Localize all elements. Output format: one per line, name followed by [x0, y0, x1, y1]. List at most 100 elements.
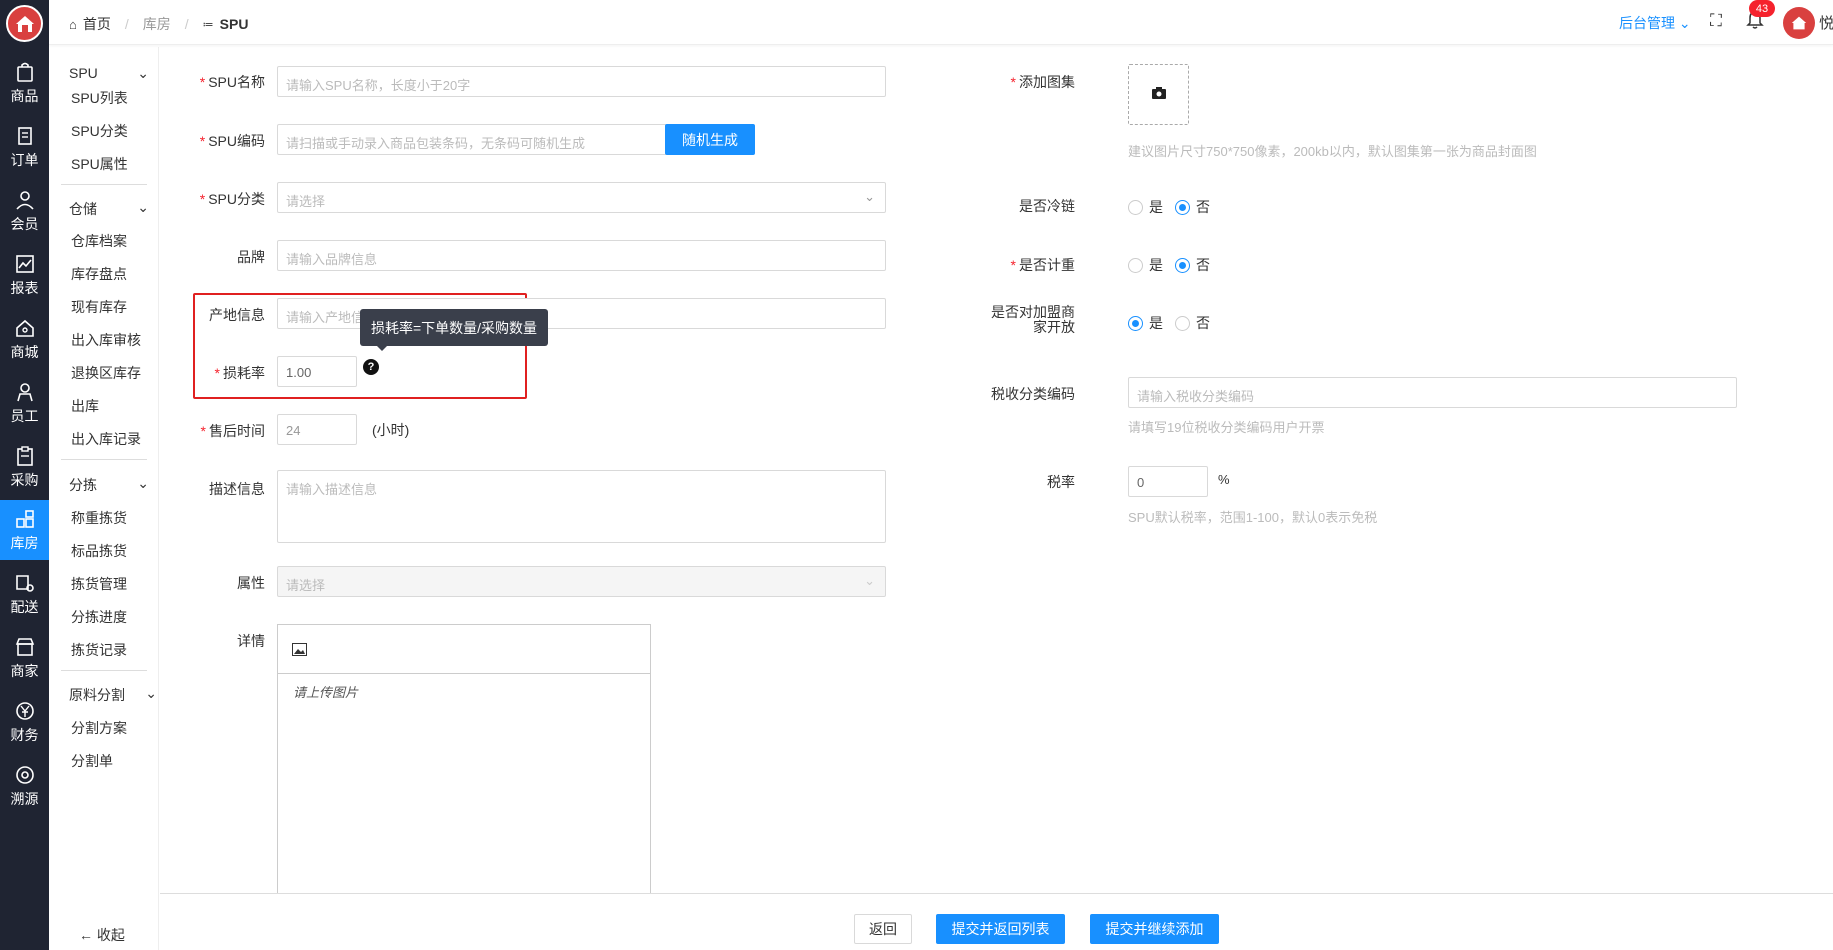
collapse-button[interactable]: ← 收起	[79, 925, 125, 945]
user-name[interactable]: 悦	[1819, 12, 1833, 33]
submenu-item-std-pick[interactable]: 标品拣货	[71, 541, 127, 561]
breadcrumb-separator: /	[124, 16, 129, 32]
nav-item-document[interactable]: 订单	[0, 117, 49, 177]
nav-item-clipboard[interactable]: 采购	[0, 437, 49, 497]
spu-name-input[interactable]: 请输入SPU名称，长度小于20字	[277, 66, 886, 97]
submenu-item-warehouse[interactable]: 仓库档案	[71, 231, 127, 251]
help-icon[interactable]: ?	[363, 359, 379, 375]
nav-item-user[interactable]: 会员	[0, 181, 49, 241]
random-generate-button[interactable]: 随机生成	[665, 124, 755, 155]
franchise-label: 是否对加盟商 家开放	[991, 304, 1075, 335]
submenu-item-outbound[interactable]: 出库	[71, 396, 99, 416]
nav-label: 订单	[10, 151, 39, 168]
submenu-item-stock[interactable]: 现有库存	[71, 297, 127, 317]
radio-label: 是	[1149, 257, 1163, 273]
document-icon	[17, 126, 32, 145]
breadcrumb-current: SPU	[219, 16, 249, 32]
loss-rate-input[interactable]: 1.00	[277, 356, 357, 387]
chevron-down-icon: ⌄	[137, 475, 149, 491]
nav-item-trace[interactable]: 溯源	[0, 756, 49, 816]
submenu-group-label: 仓储	[69, 201, 97, 217]
franchise-yes[interactable]: 是	[1128, 313, 1163, 333]
nav-item-home[interactable]: 商城	[0, 309, 49, 369]
submenu-item-inout-review[interactable]: 出入库审核	[71, 330, 141, 350]
radio-label: 否	[1196, 199, 1210, 215]
nav-item-chart[interactable]: 报表	[0, 245, 49, 305]
submenu-item-spu-category[interactable]: SPU分类	[71, 121, 128, 141]
submenu-group-label: 原料分割	[69, 687, 125, 703]
top-bar: ⌂ 首页 / 库房 / ≔ SPU 后台管理 ⌄ ⛶ 43 悦	[49, 0, 1833, 45]
after-sale-input[interactable]: 24	[277, 414, 357, 445]
spu-category-select[interactable]: 请选择 ⌄	[277, 182, 886, 213]
radio-circle	[1128, 315, 1143, 331]
description-textarea[interactable]: 请输入描述信息	[277, 470, 886, 543]
gallery-upload[interactable]	[1128, 64, 1189, 125]
tax-code-input[interactable]: 请输入税收分类编码	[1128, 377, 1737, 408]
nav-label: 报表	[10, 279, 39, 296]
back-button[interactable]: 返回	[854, 914, 912, 944]
nav-item-delivery[interactable]: 配送	[0, 564, 49, 624]
submenu-item-return-stock[interactable]: 退换区库存	[71, 363, 141, 383]
submenu-group-picking[interactable]: 分拣 ⌄	[69, 475, 149, 495]
submenu-group-spu[interactable]: SPU ⌄	[69, 65, 149, 81]
tax-code-hint: 请填写19位税收分类编码用户开票	[1128, 420, 1325, 435]
submenu-item-inout-record[interactable]: 出入库记录	[71, 429, 141, 449]
franchise-no[interactable]: 否	[1175, 313, 1210, 333]
nav-label: 商城	[10, 343, 39, 360]
submit-continue-button[interactable]: 提交并继续添加	[1090, 914, 1219, 944]
divider	[61, 184, 147, 185]
hour-unit: (小时)	[372, 422, 410, 438]
nav-item-shopping-bag[interactable]: 商品	[0, 53, 49, 113]
chevron-down-icon: ⌄	[137, 199, 149, 215]
description-label: 描述信息	[209, 481, 265, 497]
home-icon: ⌂	[69, 16, 77, 32]
submenu-item-pick-progress[interactable]: 分拣进度	[71, 607, 127, 627]
submenu-item-pick-manage[interactable]: 拣货管理	[71, 574, 127, 594]
submenu-item-inventory-check[interactable]: 库存盘点	[71, 264, 127, 284]
app-logo[interactable]	[6, 5, 43, 42]
chevron-down-icon: ⌄	[145, 685, 157, 701]
attribute-select[interactable]: 请选择 ⌄	[277, 566, 886, 597]
spu-code-input[interactable]: 请扫描或手动录入商品包装条码，无条码可随机生成	[277, 124, 667, 155]
breadcrumb-home[interactable]: 首页	[83, 14, 111, 34]
admin-dropdown[interactable]: 后台管理 ⌄	[1619, 13, 1691, 33]
divider	[61, 459, 147, 460]
grid-icon	[15, 509, 34, 528]
submenu-item-pick-record[interactable]: 拣货记录	[71, 640, 127, 660]
radio-circle	[1175, 315, 1190, 331]
store-icon	[15, 637, 34, 656]
tooltip-arrow	[376, 345, 388, 351]
loss-rate-label: * 损耗率	[214, 365, 265, 381]
spu-code-label: * SPU编码	[199, 133, 265, 149]
tax-rate-input[interactable]: 0	[1128, 466, 1208, 497]
fullscreen-icon[interactable]: ⛶	[1710, 11, 1722, 31]
divider	[61, 670, 147, 671]
origin-label: 产地信息	[209, 307, 265, 323]
nav-label: 溯源	[10, 790, 39, 807]
submenu-item-split-order[interactable]: 分割单	[71, 751, 113, 771]
nav-item-grid[interactable]: 库房	[0, 500, 49, 560]
submenu-group-storage[interactable]: 仓储 ⌄	[69, 199, 149, 219]
gallery-hint: 建议图片尺寸750*750像素，200kb以内，默认图集第一张为商品封面图	[1128, 144, 1537, 159]
weigh-yes[interactable]: 是	[1128, 255, 1163, 275]
image-icon[interactable]	[292, 643, 307, 661]
weigh-no[interactable]: 否	[1175, 255, 1210, 275]
submenu-item-weigh-pick[interactable]: 称重拣货	[71, 508, 127, 528]
nav-item-store[interactable]: 商家	[0, 628, 49, 688]
nav-item-staff[interactable]: 员工	[0, 373, 49, 433]
cold-chain-no[interactable]: 否	[1175, 197, 1210, 217]
radio-circle	[1175, 257, 1190, 273]
submenu-item-spu-list[interactable]: SPU列表	[71, 88, 128, 108]
breadcrumb-warehouse[interactable]: 库房	[143, 14, 171, 34]
form-footer: 返回 提交并返回列表 提交并继续添加	[160, 893, 1833, 950]
avatar[interactable]	[1783, 7, 1815, 39]
brand-input[interactable]: 请输入品牌信息	[277, 240, 886, 271]
nav-item-yen[interactable]: 财务	[0, 692, 49, 752]
submenu-item-split-plan[interactable]: 分割方案	[71, 718, 127, 738]
cold-chain-yes[interactable]: 是	[1128, 197, 1163, 217]
detail-editor[interactable]: 请上传图片	[277, 624, 651, 895]
submenu-group-split[interactable]: 原料分割 ⌄	[69, 685, 157, 705]
breadcrumb-separator: /	[184, 16, 189, 32]
submit-return-list-button[interactable]: 提交并返回列表	[936, 914, 1065, 944]
submenu-item-spu-attr[interactable]: SPU属性	[71, 154, 128, 174]
